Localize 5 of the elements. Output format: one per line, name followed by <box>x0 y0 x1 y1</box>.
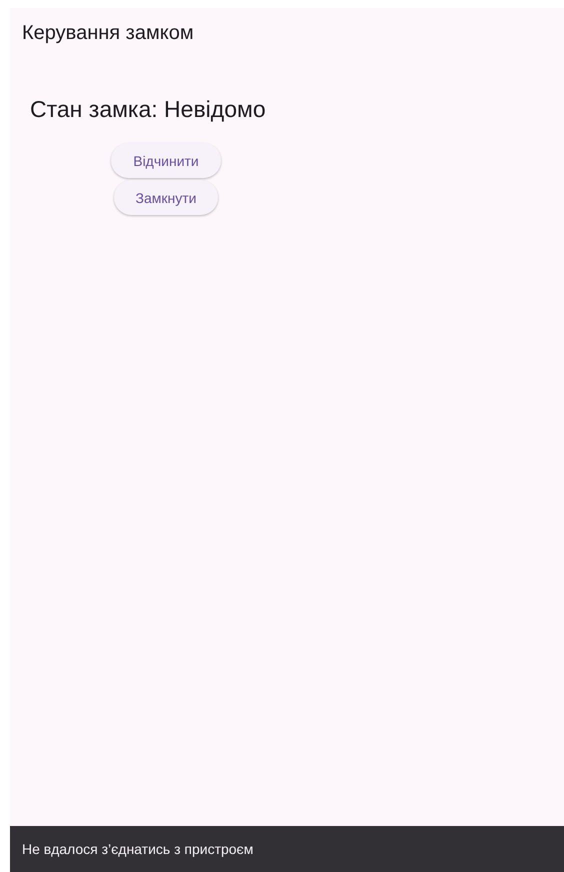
app-title: Керування замком <box>21 21 195 46</box>
lock-status: Стан замка: Невідомо <box>29 95 267 123</box>
action-button[interactable]: Замкнути <box>114 180 218 215</box>
action-button[interactable]: Відчинити <box>111 143 221 178</box>
snackbar-message: Не вдалося з’єднатись з пристроєм <box>22 841 254 857</box>
